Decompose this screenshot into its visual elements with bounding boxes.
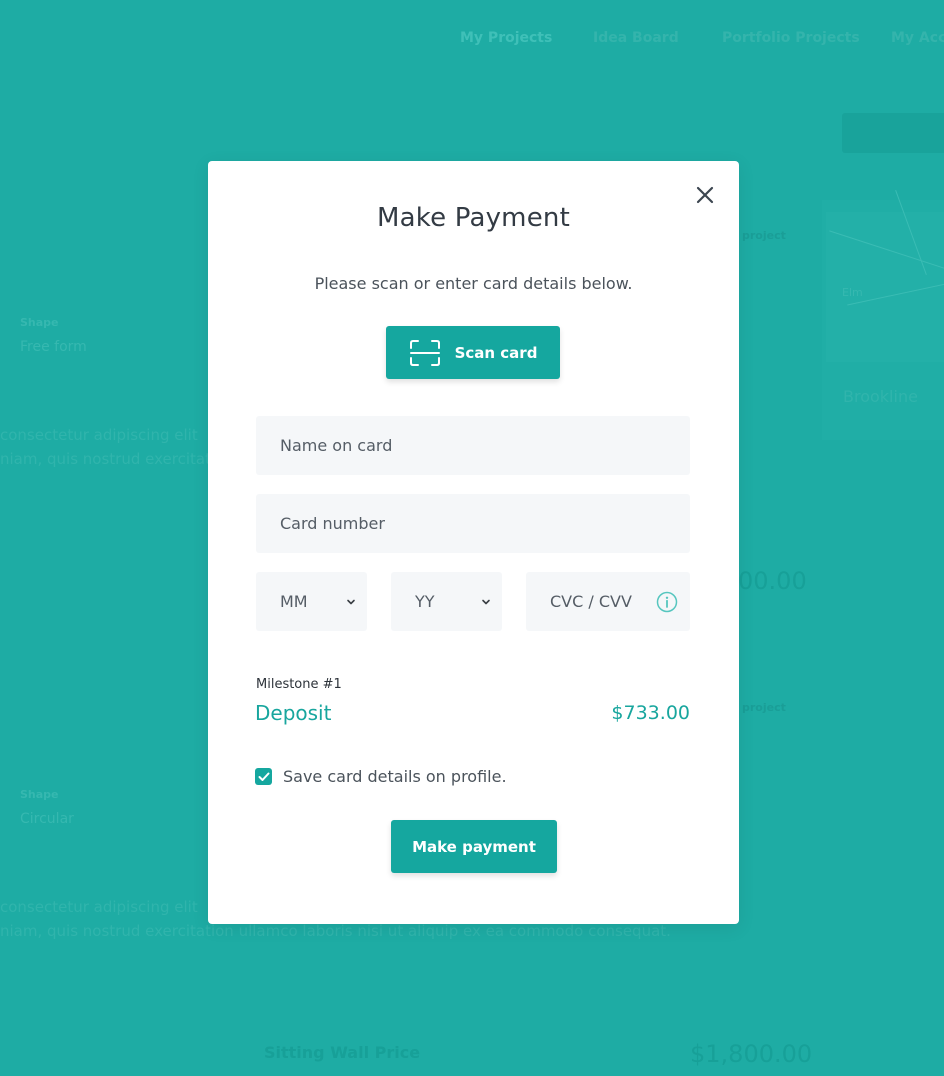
background-header-button[interactable] [842, 113, 944, 153]
nav-portfolio-projects[interactable]: Portfolio Projects [722, 30, 860, 46]
expiry-year-select[interactable]: YY [391, 572, 502, 631]
background-map-road-label: Elm [842, 286, 863, 299]
name-on-card-input[interactable]: Name on card [256, 416, 690, 475]
nav-idea-board[interactable]: Idea Board [593, 30, 679, 46]
cvc-placeholder: CVC / CVV [550, 592, 632, 611]
card-number-placeholder: Card number [280, 514, 385, 533]
check-icon [258, 772, 269, 781]
background-price: 00.00 [738, 567, 807, 595]
background-location-name: Brookline [843, 387, 918, 406]
background-description-2: consectetur adipiscing elit [0, 898, 198, 916]
name-on-card-placeholder: Name on card [280, 436, 393, 455]
background-project-label-2: project [742, 701, 786, 714]
background-footer-price: $1,800.00 [690, 1040, 813, 1068]
background-description-line2: niam, quis nostrud exercitat [0, 450, 211, 468]
payment-modal: Make Payment Please scan or enter card d… [208, 161, 739, 924]
milestone-amount: $733.00 [611, 702, 690, 724]
milestone-name: Deposit [255, 701, 332, 725]
expiry-month-placeholder: MM [280, 592, 308, 611]
save-card-checkbox-row[interactable]: Save card details on profile. [255, 767, 507, 786]
background-description: consectetur adipiscing elit [0, 426, 198, 444]
info-icon[interactable] [656, 591, 678, 613]
make-payment-button[interactable]: Make payment [391, 820, 557, 873]
background-description-2-line2: niam, quis nostrud exercitation ullamco … [0, 922, 671, 940]
nav-my-projects[interactable]: My Projects [460, 30, 552, 46]
milestone-label: Milestone #1 [256, 677, 342, 692]
background-shape-value: Free form [20, 339, 87, 355]
card-number-input[interactable]: Card number [256, 494, 690, 553]
background-project-label: project [742, 229, 786, 242]
chevron-down-icon [482, 599, 490, 604]
save-card-label: Save card details on profile. [283, 767, 507, 786]
expiry-year-placeholder: YY [415, 592, 435, 611]
background-shape-value-2: Circular [20, 811, 74, 827]
scan-frame-icon [409, 339, 440, 366]
save-card-checkbox[interactable] [255, 768, 272, 785]
modal-title: Make Payment [377, 203, 570, 233]
background-footer-label: Sitting Wall Price [264, 1043, 421, 1062]
background-shape-label: Shape [20, 316, 59, 329]
chevron-down-icon [347, 599, 355, 604]
background-shape-label-2: Shape [20, 788, 59, 801]
make-payment-label: Make payment [412, 837, 536, 856]
expiry-month-select[interactable]: MM [256, 572, 367, 631]
modal-subtitle: Please scan or enter card details below. [314, 274, 633, 293]
cvc-input[interactable]: CVC / CVV [526, 572, 690, 631]
scan-card-button[interactable]: Scan card [386, 326, 560, 379]
nav-my-account[interactable]: My Acc [891, 30, 944, 46]
scan-card-label: Scan card [454, 343, 538, 362]
